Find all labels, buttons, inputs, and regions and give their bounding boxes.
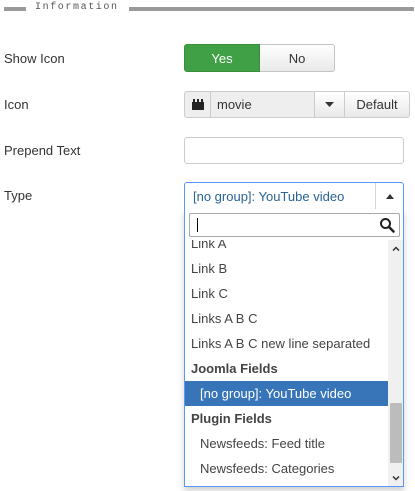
show-icon-label: Show Icon (4, 51, 65, 66)
result-option[interactable]: Links A B C new line separated (185, 331, 388, 356)
result-option[interactable]: Link A (185, 240, 388, 256)
result-option[interactable]: Links A B C (185, 306, 388, 331)
type-selected-value: [no group]: YouTube video (193, 188, 345, 204)
show-icon-yes-button[interactable]: Yes (184, 44, 260, 72)
icon-default-button[interactable]: Default (345, 91, 410, 118)
result-option[interactable]: Newsfeeds: Feed title (185, 431, 388, 456)
type-select[interactable]: [no group]: YouTube video (184, 182, 404, 210)
result-option[interactable]: Newsfeeds: Categories (185, 456, 388, 481)
search-icon (380, 218, 395, 233)
caret-down-icon (325, 102, 334, 107)
icon-dropdown-button[interactable] (315, 91, 345, 118)
results-scrollbar[interactable] (388, 240, 403, 486)
icon-label: Icon (4, 97, 29, 112)
scroll-down-button[interactable] (388, 470, 403, 486)
film-icon (191, 99, 204, 110)
text-cursor (197, 218, 198, 232)
result-group-label: Plugin Fields (191, 411, 272, 426)
type-results-list: Link A Link B Link C Links A B C Links A… (185, 240, 388, 486)
icon-value[interactable]: movie (211, 91, 315, 118)
show-icon-toggle: Yes No (184, 44, 335, 72)
icon-picker: movie Default (184, 91, 410, 118)
type-label: Type (4, 188, 33, 203)
chevron-down-icon (392, 475, 400, 481)
scroll-thumb[interactable] (390, 403, 402, 463)
section-rule-left (4, 7, 26, 11)
prepend-text-label: Prepend Text (4, 143, 81, 158)
result-option[interactable]: Link B (185, 256, 388, 281)
prepend-text-input[interactable] (184, 137, 404, 164)
section-title: Information (35, 2, 119, 13)
type-dropdown: Link A Link B Link C Links A B C Links A… (184, 209, 404, 487)
icon-preview (184, 91, 211, 118)
result-group-label: Joomla Fields (191, 361, 278, 376)
caret-up-icon (385, 193, 394, 199)
result-option-highlighted[interactable]: [no group]: YouTube video (185, 381, 388, 406)
section-rule-right (129, 7, 414, 11)
chevron-up-icon (392, 245, 400, 251)
type-search-input[interactable] (190, 214, 370, 236)
scroll-up-button[interactable] (388, 240, 403, 256)
type-search-box (189, 213, 400, 237)
section-header: Information (4, 2, 414, 15)
show-icon-no-button[interactable]: No (260, 44, 335, 72)
result-option[interactable]: Link C (185, 281, 388, 306)
type-select-arrow[interactable] (375, 183, 403, 209)
